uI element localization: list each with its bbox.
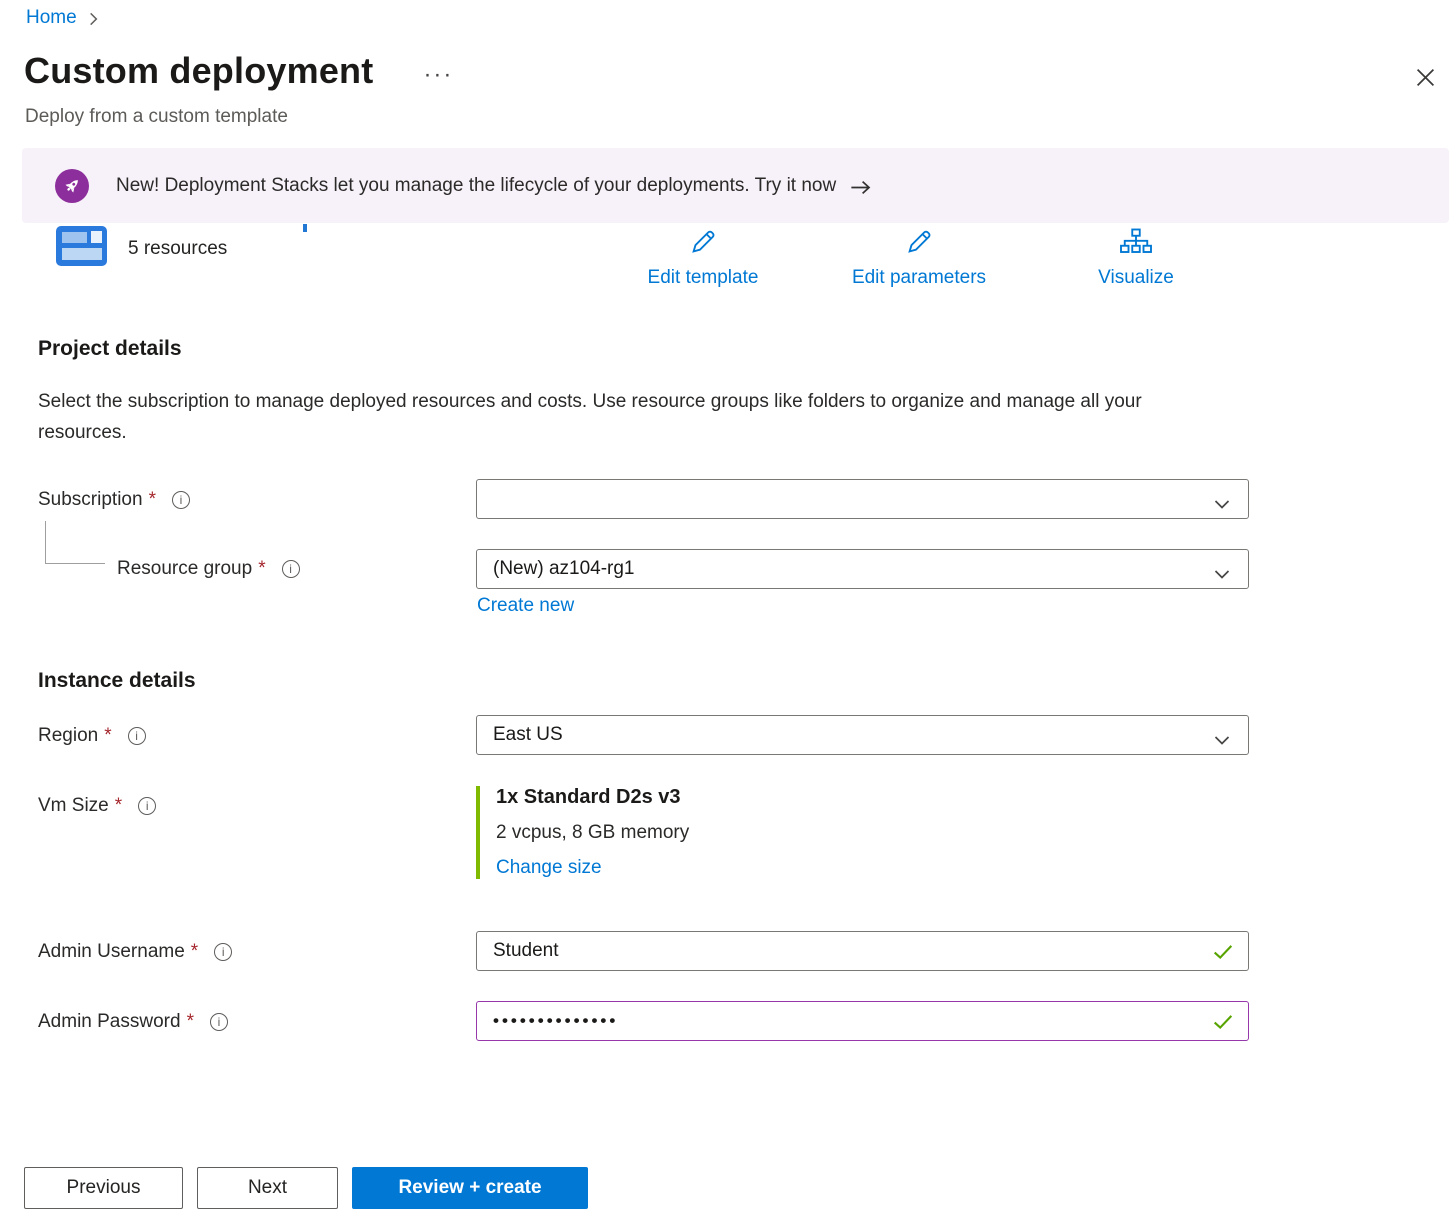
chevron-down-icon xyxy=(1214,730,1230,752)
arrow-right-icon xyxy=(850,180,872,195)
region-label: Region * xyxy=(38,725,146,747)
admin-username-input[interactable] xyxy=(493,940,1232,962)
admin-password-fieldwrap xyxy=(476,1001,1249,1041)
banner-text: New! Deployment Stacks let you manage th… xyxy=(116,175,836,197)
resource-group-dropdown[interactable]: (New) az104-rg1 xyxy=(476,549,1249,589)
org-chart-icon xyxy=(1119,227,1153,262)
required-asterisk: * xyxy=(115,795,122,817)
pencil-icon xyxy=(903,227,935,262)
chevron-down-icon xyxy=(1214,564,1230,586)
breadcrumb: Home xyxy=(26,7,98,29)
page-title: Custom deployment xyxy=(24,50,373,92)
resource-group-label: Resource group * xyxy=(117,558,300,580)
review-create-button[interactable]: Review + create xyxy=(352,1167,588,1209)
vm-size-specs: 2 vcpus, 8 GB memory xyxy=(496,822,689,844)
cropped-element-fragment xyxy=(303,224,307,232)
required-asterisk: * xyxy=(191,941,198,963)
edit-template-label: Edit template xyxy=(648,267,759,289)
subscription-label: Subscription * xyxy=(38,489,190,511)
header: Custom deployment ··· xyxy=(24,50,453,92)
breadcrumb-home-link[interactable]: Home xyxy=(26,7,77,29)
deployment-stacks-banner[interactable]: New! Deployment Stacks let you manage th… xyxy=(22,148,1449,223)
field-connector-line xyxy=(45,521,105,564)
valid-check-icon xyxy=(1213,944,1233,966)
project-details-heading: Project details xyxy=(38,337,182,361)
vm-size-label: Vm Size * xyxy=(38,795,156,817)
create-new-link[interactable]: Create new xyxy=(477,595,574,617)
visualize-label: Visualize xyxy=(1098,267,1174,289)
required-asterisk: * xyxy=(258,558,265,580)
resource-group-value: (New) az104-rg1 xyxy=(493,558,635,580)
project-details-description: Select the subscription to manage deploy… xyxy=(38,386,1193,448)
next-button[interactable]: Next xyxy=(197,1167,338,1209)
info-icon[interactable] xyxy=(210,1013,228,1031)
info-icon[interactable] xyxy=(214,943,232,961)
chevron-down-icon xyxy=(1214,494,1230,516)
edit-parameters-label: Edit parameters xyxy=(852,267,986,289)
edit-parameters-button[interactable]: Edit parameters xyxy=(840,227,998,289)
required-asterisk: * xyxy=(149,489,156,511)
visualize-button[interactable]: Visualize xyxy=(1091,227,1181,289)
change-size-link[interactable]: Change size xyxy=(496,857,602,878)
info-icon[interactable] xyxy=(172,491,190,509)
vm-size-name: 1x Standard D2s v3 xyxy=(496,786,689,809)
instance-details-heading: Instance details xyxy=(38,669,196,693)
previous-button[interactable]: Previous xyxy=(24,1167,183,1209)
vm-size-summary: 1x Standard D2s v3 2 vcpus, 8 GB memory … xyxy=(476,786,689,879)
edit-template-button[interactable]: Edit template xyxy=(635,227,771,289)
more-options-ellipsis[interactable]: ··· xyxy=(423,61,453,89)
custom-deployment-page: Home Custom deployment ··· Deploy from a… xyxy=(0,0,1456,1219)
footer-actions: Previous Next Review + create xyxy=(24,1167,588,1209)
info-icon[interactable] xyxy=(138,797,156,815)
pencil-icon xyxy=(687,227,719,262)
admin-password-label: Admin Password * xyxy=(38,1011,228,1033)
chevron-right-icon xyxy=(89,12,98,26)
required-asterisk: * xyxy=(104,725,111,747)
valid-check-icon xyxy=(1213,1014,1233,1036)
subscription-dropdown[interactable] xyxy=(476,479,1249,519)
info-icon[interactable] xyxy=(282,560,300,578)
template-icon xyxy=(55,226,108,272)
template-summary: 5 resources xyxy=(55,226,227,272)
region-dropdown[interactable]: East US xyxy=(476,715,1249,755)
close-icon[interactable] xyxy=(1410,62,1440,92)
page-subtitle: Deploy from a custom template xyxy=(25,106,288,128)
admin-username-fieldwrap xyxy=(476,931,1249,971)
resources-count: 5 resources xyxy=(128,238,227,260)
region-value: East US xyxy=(493,724,563,746)
admin-password-input[interactable] xyxy=(493,1011,1232,1031)
rocket-icon xyxy=(55,169,89,203)
admin-username-label: Admin Username * xyxy=(38,941,232,963)
required-asterisk: * xyxy=(187,1011,194,1033)
info-icon[interactable] xyxy=(128,727,146,745)
